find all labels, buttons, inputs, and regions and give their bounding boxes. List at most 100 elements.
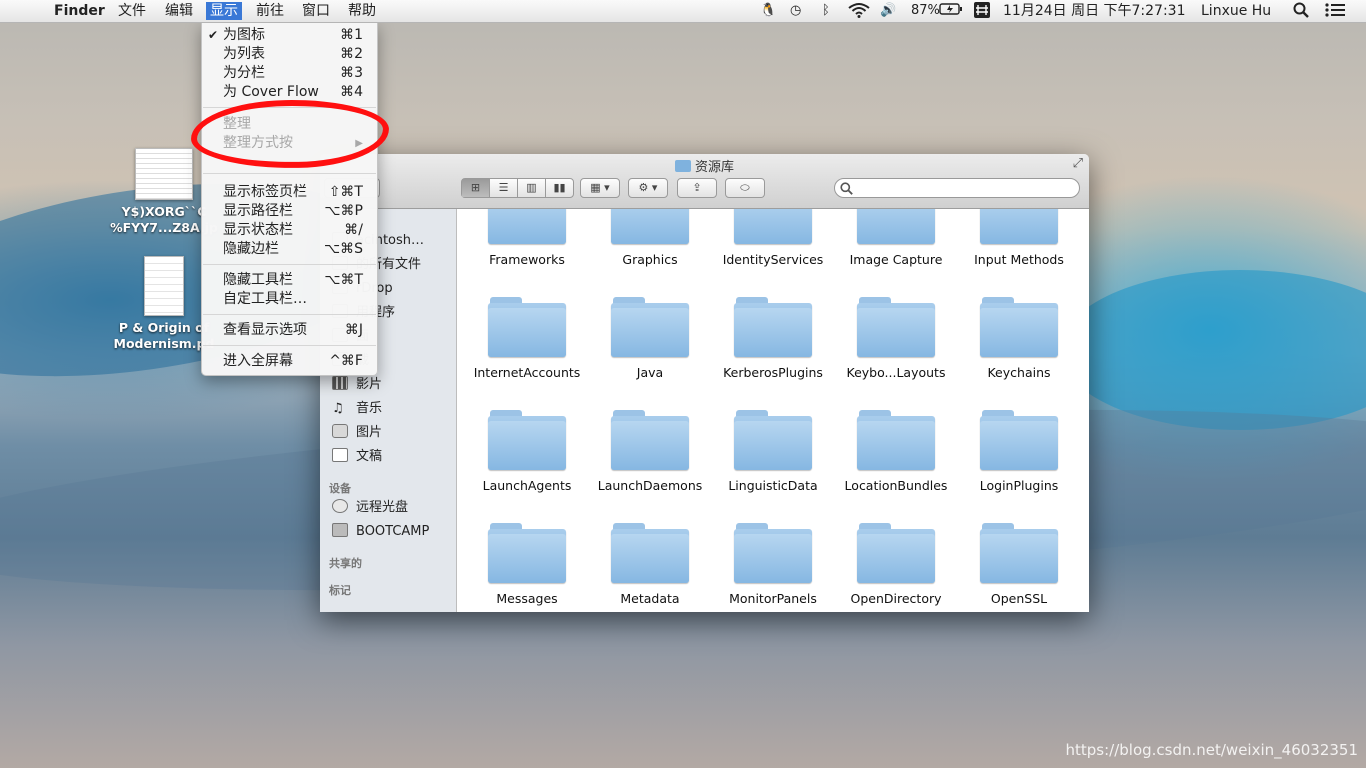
time-machine-icon[interactable]: ◷ <box>790 2 801 20</box>
menu-item-as-icons[interactable]: ✔ 为图标 ⌘1 <box>202 26 377 45</box>
notification-center-icon[interactable] <box>1325 2 1345 20</box>
folder-item[interactable]: Image Capture <box>837 209 955 267</box>
menu-item-label: 隐藏边栏 <box>223 241 279 257</box>
tags-button[interactable]: ⬭ <box>725 178 765 198</box>
folder-icon <box>857 297 935 357</box>
menu-go[interactable]: 前往 <box>256 2 284 20</box>
folder-item[interactable]: Graphics <box>591 209 709 267</box>
view-mode-segmented[interactable]: ⊞ ☰ ▥ ▮▮ <box>461 178 574 198</box>
folder-item[interactable]: Metadata <box>591 523 709 606</box>
cover-flow-icon[interactable]: ▮▮ <box>546 179 573 197</box>
battery-percent[interactable]: 87% <box>911 2 940 20</box>
folder-label: MonitorPanels <box>729 591 817 606</box>
menu-item-shortcut: ^⌘F <box>329 353 363 369</box>
folder-item[interactable]: OpenSSL <box>960 523 1078 606</box>
folder-grid: Frameworks Graphics IdentityServices Ima… <box>457 209 1089 612</box>
view-menu-dropdown: ✔ 为图标 ⌘1 为列表 ⌘2 为分栏 ⌘3 为 Cover Flow ⌘4 整理 整理方… <box>201 22 378 376</box>
menu-item-as-columns[interactable]: 为分栏 ⌘3 <box>202 64 377 83</box>
folder-item[interactable]: Messages <box>468 523 586 606</box>
menu-window[interactable]: 窗口 <box>302 2 330 20</box>
folder-item[interactable]: LocationBundles <box>837 410 955 493</box>
bluetooth-icon[interactable]: ᛒ <box>822 2 830 20</box>
music-icon: ♫ <box>332 401 344 416</box>
menu-item-label: 显示路径栏 <box>223 203 293 219</box>
menu-separator <box>203 314 376 315</box>
clock[interactable]: 11月24日 周日 下午7:27:31 <box>1003 2 1186 20</box>
search-field[interactable] <box>834 178 1080 198</box>
folder-item[interactable]: IdentityServices <box>714 209 832 267</box>
sidebar-item-music[interactable]: ♫ 音乐 <box>332 399 382 419</box>
sidebar-item-movies[interactable]: 影片 <box>332 375 382 395</box>
folder-item[interactable]: Keybo...Layouts <box>837 297 955 380</box>
menu-item-hide-sidebar[interactable]: 隐藏边栏 ⌥⌘S <box>202 240 377 259</box>
title-bar[interactable]: 资源库 ⤢ ⊞ ☰ ▥ ▮▮ ▦ ▾ ⚙ ▾ ⇪ ⬭ <box>320 154 1089 209</box>
menu-item-as-list[interactable]: 为列表 ⌘2 <box>202 45 377 64</box>
action-gear-button[interactable]: ⚙ ▾ <box>628 178 668 198</box>
menu-item-label: 查看显示选项 <box>223 322 307 338</box>
sidebar-header-shared: 共享的 <box>329 557 362 570</box>
input-method-icon[interactable] <box>974 2 990 20</box>
arrange-button[interactable]: ▦ ▾ <box>580 178 620 198</box>
battery-icon[interactable] <box>939 2 963 20</box>
documents-icon <box>332 448 348 462</box>
folder-item[interactable]: MonitorPanels <box>714 523 832 606</box>
menu-bar: Finder 文件 编辑 显示 前往 窗口 帮助 🐧 ◷ ᛒ 🔊 87% 11月… <box>0 0 1366 23</box>
sidebar-item-label: 影片 <box>356 377 383 392</box>
menu-item-customize-toolbar[interactable]: 自定工具栏… <box>202 290 377 309</box>
folder-item[interactable]: Frameworks <box>468 209 586 267</box>
menu-item-label: 隐藏工具栏 <box>223 272 293 288</box>
folder-item[interactable]: InternetAccounts <box>468 297 586 380</box>
folder-item[interactable]: LaunchDaemons <box>591 410 709 493</box>
folder-label: Keybo...Layouts <box>846 365 946 380</box>
menu-item-label: 显示状态栏 <box>223 222 293 238</box>
search-icon <box>840 182 853 195</box>
folder-label: Frameworks <box>489 252 565 267</box>
icon-view-icon[interactable]: ⊞ <box>462 179 490 197</box>
qq-icon[interactable]: 🐧 <box>760 2 776 20</box>
pictures-icon <box>332 424 348 438</box>
user-name[interactable]: Linxue Hu <box>1201 2 1271 20</box>
folder-item[interactable]: Input Methods <box>960 209 1078 267</box>
sidebar-item-label: 音乐 <box>356 401 383 416</box>
folder-icon <box>857 209 935 244</box>
folder-icon <box>488 523 566 583</box>
volume-icon[interactable]: 🔊 <box>880 2 896 20</box>
menu-edit[interactable]: 编辑 <box>165 2 193 20</box>
folder-item[interactable]: OpenDirectory <box>837 523 955 606</box>
sidebar-item-pictures[interactable]: 图片 <box>332 423 382 443</box>
folder-label: InternetAccounts <box>473 365 581 380</box>
folder-icon <box>611 297 689 357</box>
folder-icon <box>734 523 812 583</box>
sidebar-item-remote-disc[interactable]: 远程光盘 <box>332 498 408 518</box>
folder-item[interactable]: LinguisticData <box>714 410 832 493</box>
app-menu-finder[interactable]: Finder <box>54 2 105 20</box>
folder-item[interactable]: KerberosPlugins <box>714 297 832 380</box>
column-view-icon[interactable]: ▥ <box>518 179 546 197</box>
folder-item[interactable]: Keychains <box>960 297 1078 380</box>
menu-item-show-status-bar[interactable]: 显示状态栏 ⌘/ <box>202 221 377 240</box>
fullscreen-icon[interactable]: ⤢ <box>1073 156 1083 171</box>
spotlight-icon[interactable] <box>1293 2 1309 20</box>
menu-view[interactable]: 显示 <box>206 2 242 20</box>
menu-file[interactable]: 文件 <box>118 2 146 20</box>
list-view-icon[interactable]: ☰ <box>490 179 518 197</box>
folder-label: Keychains <box>987 365 1051 380</box>
wifi-icon[interactable] <box>848 2 870 20</box>
folder-item[interactable]: LaunchAgents <box>468 410 586 493</box>
menu-item-show-view-options[interactable]: 查看显示选项 ⌘J <box>202 321 377 340</box>
sidebar-item-bootcamp[interactable]: BOOTCAMP <box>332 522 429 542</box>
folder-icon <box>857 523 935 583</box>
menu-item-show-tab-bar[interactable]: 显示标签页栏 ⇧⌘T <box>202 183 377 202</box>
folder-label: LocationBundles <box>844 478 948 493</box>
menu-item-hide-toolbar[interactable]: 隐藏工具栏 ⌥⌘T <box>202 271 377 290</box>
image-thumbnail <box>135 148 193 200</box>
menu-item-enter-full-screen[interactable]: 进入全屏幕 ^⌘F <box>202 352 377 371</box>
sidebar-item-documents[interactable]: 文稿 <box>332 447 382 467</box>
share-button[interactable]: ⇪ <box>677 178 717 198</box>
folder-icon <box>674 160 691 172</box>
folder-item[interactable]: LoginPlugins <box>960 410 1078 493</box>
folder-item[interactable]: Java <box>591 297 709 380</box>
menu-help[interactable]: 帮助 <box>348 2 376 20</box>
folder-icon <box>611 209 689 244</box>
menu-item-show-path-bar[interactable]: 显示路径栏 ⌥⌘P <box>202 202 377 221</box>
